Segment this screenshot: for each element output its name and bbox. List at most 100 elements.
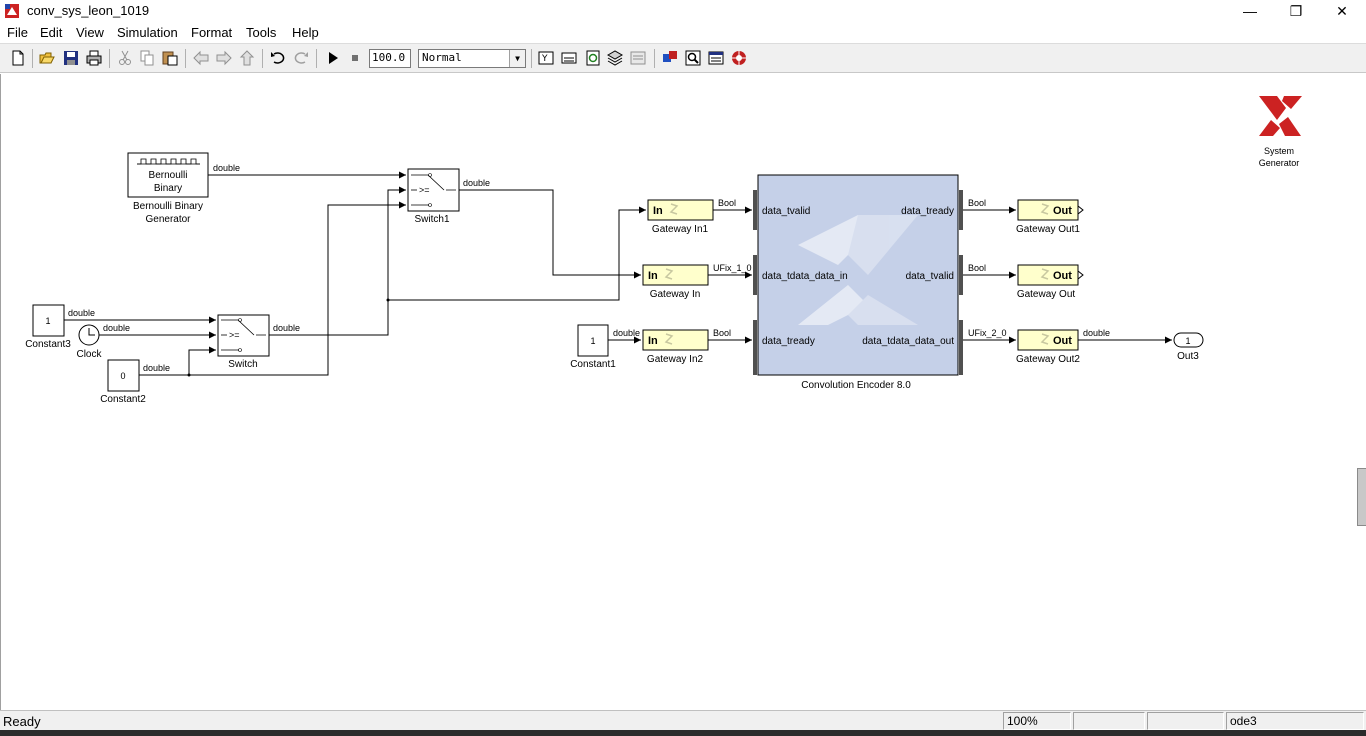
block-label: Constant1 [570,359,616,370]
block-label: Clock [76,349,102,360]
model-advisor-icon[interactable] [684,49,702,67]
gateway-out1-text: Out [1053,205,1072,217]
system-generator-block[interactable] [1259,96,1302,136]
constant2-block[interactable]: 0 [107,359,140,392]
vertical-scrollbar-thumb[interactable] [1357,468,1366,526]
out3-port-block[interactable]: 1 [1173,332,1204,348]
signal-switch-switch1[interactable] [269,186,406,336]
block-label: Gateway In [650,289,701,300]
status-zoom: 100% [1003,712,1071,730]
block-diagram: double double double double double doubl… [25,96,1302,405]
library-browser-icon[interactable] [606,49,624,67]
model-canvas[interactable]: double double double double double doubl… [0,74,1366,710]
maximize-button[interactable]: ❐ [1273,0,1319,22]
signal-label: double [1083,328,1110,338]
gateway-out1-block[interactable]: Out [1017,199,1084,221]
block-label: Gateway Out1 [1016,224,1080,235]
block-label: Switch [228,359,257,370]
signal-label: Bool [718,198,736,208]
menu-view[interactable]: View [76,25,104,40]
output-port-arrow-icon [1077,270,1084,280]
signal-label: double [213,163,240,173]
up-icon[interactable] [238,49,256,67]
block-label: Gateway In2 [647,354,704,365]
signal-label: double [143,363,170,373]
menu-simulation[interactable]: Simulation [117,25,178,40]
gateway-in-text: In [648,270,658,282]
gateway-out2-text: Out [1053,335,1072,347]
gateway-in-block[interactable]: In [642,264,709,286]
bernoulli-text2: Binary [154,183,182,194]
print-icon[interactable] [85,49,103,67]
undo-icon[interactable] [269,49,287,67]
copy-icon[interactable] [138,49,156,67]
block-label: Gateway Out2 [1016,354,1080,365]
encoder-in-port-3: data_tready [762,336,815,347]
simulation-mode-select[interactable]: Normal ▼ [418,49,526,68]
save-icon[interactable] [62,49,80,67]
bernoulli-binary-generator-block[interactable]: Bernoulli Binary [127,152,209,198]
block-label: Gateway Out [1017,289,1076,300]
redo-icon[interactable] [292,49,310,67]
convolution-encoder-block[interactable]: data_tvalid data_tdata_data_in data_trea… [753,174,963,376]
signal-label: double [103,323,130,333]
gateway-out2-block[interactable]: Out [1017,329,1079,351]
constant3-block[interactable]: 1 [32,304,65,337]
simulink-app-icon [5,4,19,18]
block-label: Generator [145,214,191,225]
status-cell-empty [1073,712,1145,730]
gateway-in1-text: In [653,205,663,217]
minimize-button[interactable]: — [1227,0,1273,22]
gateway-in2-text: In [648,335,658,347]
menu-tools[interactable]: Tools [246,25,276,40]
new-model-icon[interactable] [9,49,27,67]
properties-icon[interactable] [707,49,725,67]
chevron-down-icon[interactable]: ▼ [509,50,525,67]
constant1-block[interactable]: 1 [577,324,609,357]
open-icon[interactable] [38,49,56,67]
menu-file[interactable]: File [7,25,28,40]
signal-constant2-switch1[interactable] [139,201,406,376]
out3-value: 1 [1185,336,1190,346]
paste-icon[interactable] [161,49,179,67]
switch1-symbol: >= [419,185,430,195]
signal-switch1-gatewayin[interactable] [459,189,641,279]
update-diagram-icon[interactable] [560,49,578,67]
clock-block[interactable] [78,324,100,346]
system-generator-token-icon[interactable] [730,49,748,67]
signal-label: Bool [968,263,986,273]
debugger-icon[interactable] [661,49,679,67]
gateway-in2-block[interactable]: In [642,329,709,351]
menu-help[interactable]: Help [292,25,319,40]
switch-block[interactable]: >= [217,314,270,357]
toolbar-separator [654,49,655,68]
status-text: Ready [3,714,41,729]
port-bar [959,190,963,230]
back-icon[interactable] [192,49,210,67]
encoder-out-port-1: data_tready [901,206,954,217]
signal-label: double [273,323,300,333]
switch1-block[interactable]: >= [407,168,460,212]
encoder-in-port-2: data_tdata_data_in [762,271,848,282]
block-label: Out3 [1177,351,1199,362]
status-solver: ode3 [1226,712,1364,730]
block-label: Constant3 [25,339,71,350]
block-label: Constant2 [100,394,146,405]
status-cell-empty [1147,712,1224,730]
signal-constant2-switch[interactable] [188,346,216,375]
block-label: Gateway In1 [652,224,709,235]
gateway-out-block[interactable]: Out [1017,264,1084,286]
run-icon[interactable] [324,49,342,67]
gateway-in1-block[interactable]: In [647,199,714,221]
cut-icon[interactable] [116,49,134,67]
close-button[interactable]: ✕ [1319,0,1365,22]
toolbar-separator [185,49,186,68]
refresh-icon[interactable] [584,49,602,67]
model-explorer-icon[interactable] [629,49,647,67]
build-icon[interactable]: Y [537,49,555,67]
forward-icon[interactable] [215,49,233,67]
menu-edit[interactable]: Edit [40,25,62,40]
stop-icon[interactable] [346,49,364,67]
menu-format[interactable]: Format [191,25,232,40]
stop-time-input[interactable]: 100.0 [369,49,411,68]
